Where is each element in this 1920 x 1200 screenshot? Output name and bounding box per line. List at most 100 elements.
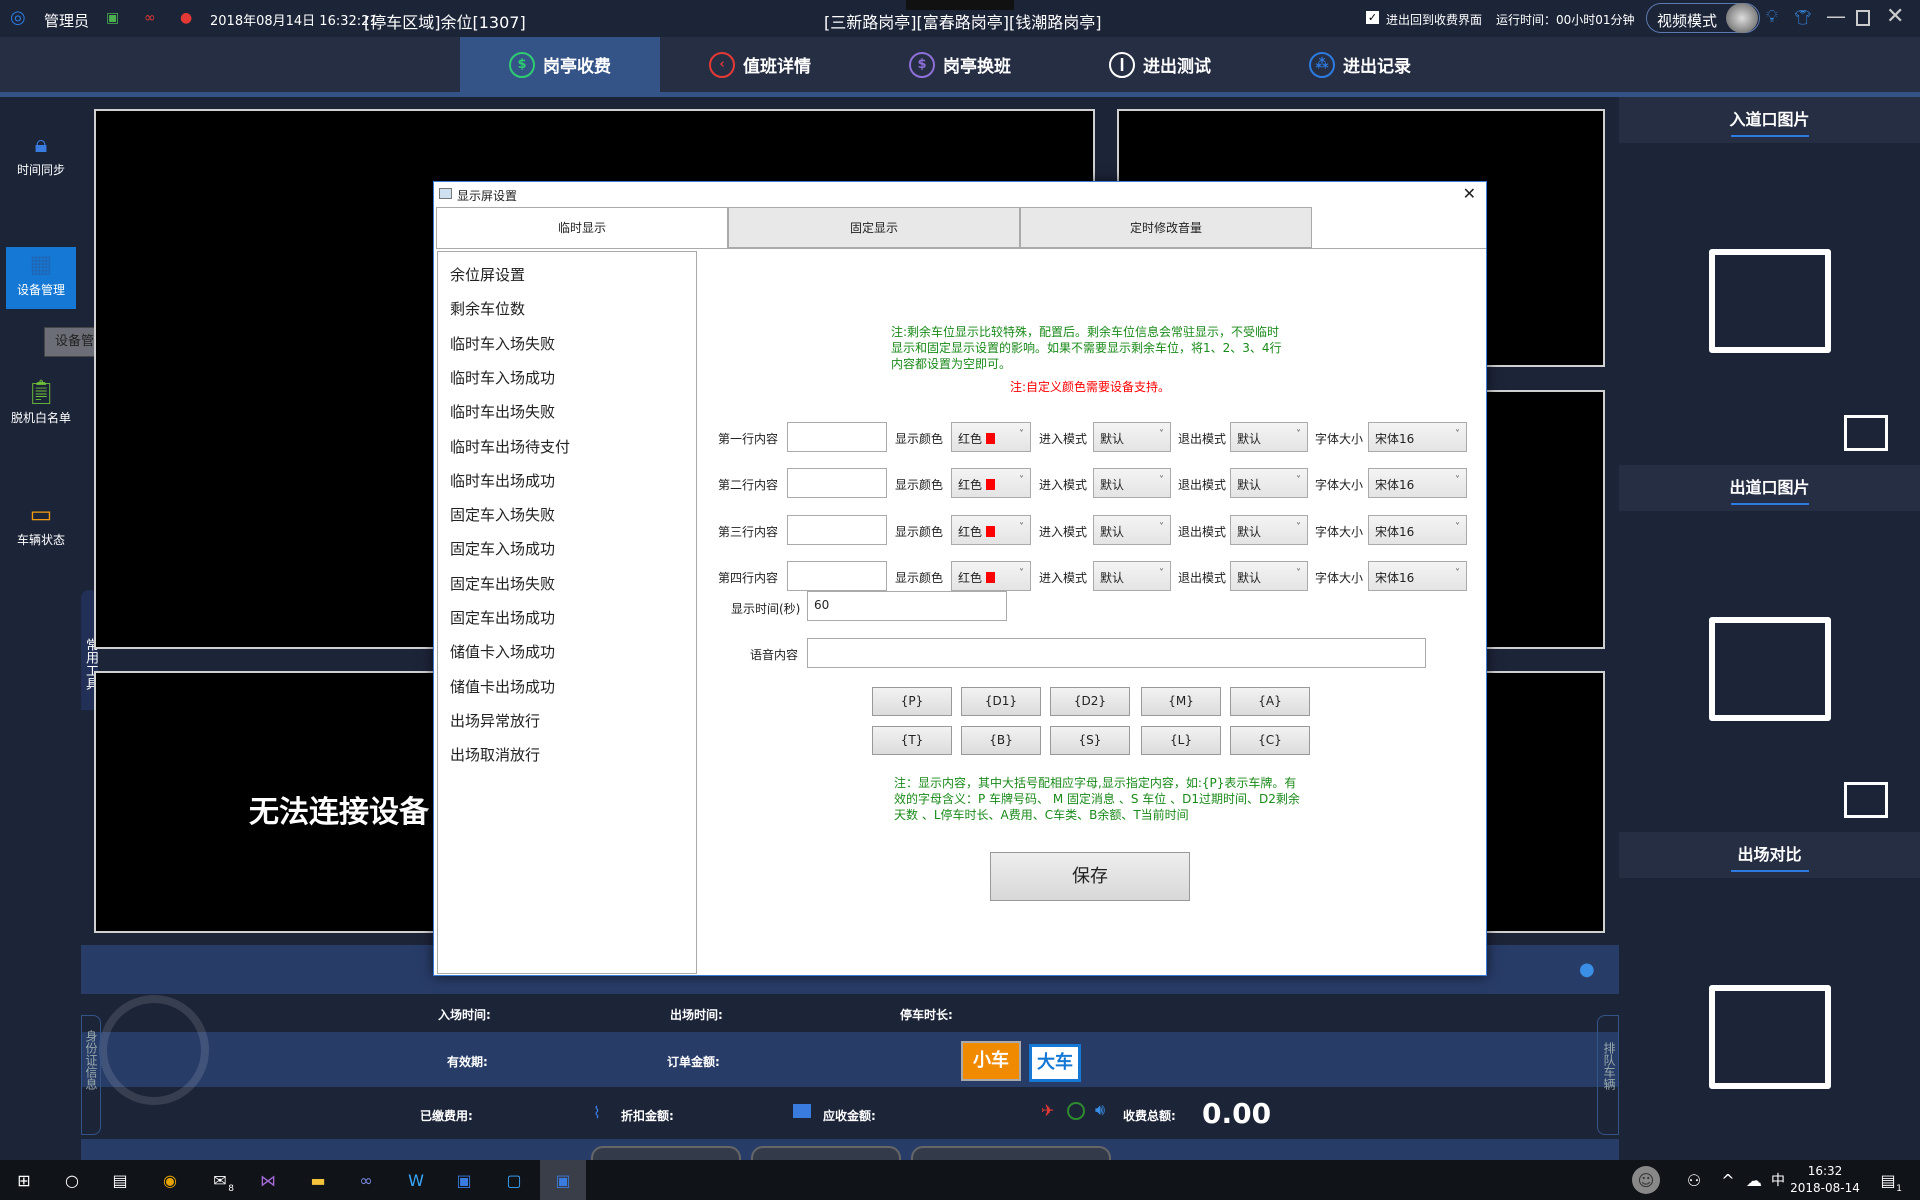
row-content-input[interactable] [787, 422, 887, 452]
exit-mode-select[interactable]: 默认 ˅ [1230, 515, 1308, 545]
maximize-icon[interactable] [1856, 10, 1870, 26]
clock[interactable]: 16:32 2018-08-14 [1790, 1163, 1860, 1197]
list-item[interactable]: 出场异常放行 [450, 710, 540, 731]
people-icon[interactable]: ⚇ [1680, 1166, 1708, 1194]
display-time-input[interactable]: 60 [807, 591, 1007, 621]
image-icon[interactable] [1844, 415, 1888, 451]
sidebar-item-vehicle-status[interactable]: ▭ 车辆状态 [6, 497, 76, 559]
tab-entry-exit-records[interactable]: ⁂ 进出记录 [1260, 37, 1460, 92]
color-select[interactable]: 红色 ˅ [951, 515, 1031, 545]
toggle-knob[interactable] [1726, 3, 1758, 33]
row-content-input[interactable] [787, 561, 887, 591]
rocket-icon[interactable]: ✈︎ [1041, 1101, 1054, 1120]
close-icon[interactable]: ✕ [1463, 184, 1476, 203]
drag-handle[interactable] [906, 0, 1014, 10]
exit-mode-select[interactable]: 默认 ˅ [1230, 468, 1308, 498]
visual-studio-icon[interactable]: ⋈ [254, 1166, 282, 1194]
list-item[interactable]: 临时车出场失败 [450, 401, 555, 422]
row-content-input[interactable] [787, 468, 887, 498]
token-button[interactable]: {P} [872, 687, 952, 716]
color-select[interactable]: 红色 ˅ [951, 422, 1031, 452]
save-button[interactable]: 保存 [990, 852, 1190, 901]
app-window-icon[interactable]: ▣ [450, 1166, 478, 1194]
tab-entry-exit-test[interactable]: ǀ 进出测试 [1060, 37, 1260, 92]
list-item[interactable]: 临时车入场成功 [450, 367, 555, 388]
list-item[interactable]: 固定车入场成功 [450, 538, 555, 559]
notification-icon[interactable]: ▤ 1 [1874, 1166, 1902, 1195]
token-button[interactable]: {T} [872, 726, 952, 755]
main-nav: $ 岗亭收费 ‹ 值班详情 $ 岗亭换班 ǀ 进出测试 ⁂ 进出记录 [0, 37, 1920, 92]
enter-mode-select[interactable]: 默认 ˅ [1093, 422, 1171, 452]
list-item[interactable]: 临时车出场成功 [450, 470, 555, 491]
tab-scheduled-volume[interactable]: 定时修改音量 [1020, 207, 1312, 248]
font-size-select[interactable]: 宋体16 ˅ [1368, 422, 1467, 452]
queue-tab[interactable]: 排队车辆 [1597, 1015, 1619, 1135]
return-checkbox[interactable]: ✓ [1366, 11, 1379, 24]
mail-icon[interactable]: ✉ 8 [206, 1166, 234, 1195]
token-button[interactable]: {C} [1230, 726, 1310, 755]
list-item[interactable]: 余位屏设置 [450, 264, 525, 285]
tab-shift-change[interactable]: $ 岗亭换班 [860, 37, 1060, 92]
tab-fixed-display[interactable]: 固定显示 [728, 207, 1020, 248]
close-icon[interactable]: ✕ [1886, 4, 1904, 29]
voice-content-input[interactable] [807, 638, 1426, 668]
infinity-app-icon[interactable]: ∞ [352, 1166, 380, 1194]
runtime: 运行时间：00小时01分钟 [1496, 13, 1635, 27]
windows-start-icon[interactable]: ⊞ [10, 1166, 38, 1194]
bulb-icon[interactable]: ● [1579, 959, 1595, 980]
font-size-select[interactable]: 宋体16 ˅ [1368, 515, 1467, 545]
tab-duty-details[interactable]: ‹ 值班详情 [660, 37, 860, 92]
font-size-select[interactable]: 宋体16 ˅ [1368, 561, 1467, 591]
small-car-button[interactable]: 小车 [961, 1041, 1021, 1081]
sidebar-item-offline-whitelist[interactable]: 📋︎ 脱机白名单 [6, 375, 76, 437]
color-select[interactable]: 红色 ˅ [951, 468, 1031, 498]
list-item[interactable]: 临时车入场失败 [450, 333, 555, 354]
tray-expand-icon[interactable]: ^ [1714, 1166, 1742, 1194]
tab-booth-charge[interactable]: $ 岗亭收费 [460, 37, 660, 92]
list-item[interactable]: 出场取消放行 [450, 744, 540, 765]
token-button[interactable]: {L} [1141, 726, 1221, 755]
enter-mode-select[interactable]: 默认 ˅ [1093, 468, 1171, 498]
task-view-icon[interactable]: ▤ [106, 1166, 134, 1194]
sidebar-item-device-management[interactable]: ▦ 设备管理 [6, 247, 76, 309]
ime-indicator[interactable]: 中 [1764, 1166, 1792, 1194]
list-item[interactable]: 剩余车位数 [450, 298, 525, 319]
search-icon[interactable]: ○ [58, 1166, 86, 1194]
24h-icon[interactable] [1067, 1102, 1085, 1120]
token-button[interactable]: {D2} [1050, 687, 1130, 716]
large-car-button[interactable]: 大车 [1029, 1044, 1081, 1082]
enter-mode-select[interactable]: 默认 ˅ [1093, 515, 1171, 545]
shirt-icon[interactable]: 👕︎ [1794, 10, 1812, 26]
order-amount-label: 订单金额: [667, 1055, 720, 1069]
user-avatar-icon[interactable]: ☺ [1632, 1166, 1660, 1194]
exit-mode-select[interactable]: 默认 ˅ [1230, 561, 1308, 591]
token-button[interactable]: {A} [1230, 687, 1310, 716]
list-item[interactable]: 储值卡入场成功 [450, 641, 555, 662]
pycharm-icon[interactable]: ▢ [500, 1166, 528, 1194]
list-item[interactable]: 固定车入场失败 [450, 504, 555, 525]
list-item[interactable]: 固定车出场成功 [450, 607, 555, 628]
token-button[interactable]: {B} [961, 726, 1041, 755]
minimize-icon[interactable]: — [1826, 4, 1846, 28]
app-window-active-icon[interactable]: ▣ [540, 1160, 586, 1200]
token-button[interactable]: {S} [1050, 726, 1130, 755]
w-app-icon[interactable]: W [402, 1166, 430, 1194]
tab-temporary-display[interactable]: 临时显示 [436, 207, 728, 249]
list-item[interactable]: 临时车出场待支付 [450, 436, 570, 457]
enter-mode-select[interactable]: 默认 ˅ [1093, 561, 1171, 591]
color-select[interactable]: 红色 ˅ [951, 561, 1031, 591]
sidebar-item-time-sync[interactable]: 🔒︎ 时间同步 [6, 127, 76, 189]
font-size-select[interactable]: 宋体16 ˅ [1368, 468, 1467, 498]
bulb-icon[interactable]: 💡︎ [1766, 7, 1778, 27]
exit-mode-select[interactable]: 默认 ˅ [1230, 422, 1308, 452]
speaker-icon[interactable]: 🔊︎ [1095, 1100, 1105, 1120]
id-info-tab[interactable]: 身份证信息 [81, 1015, 101, 1135]
token-button[interactable]: {M} [1141, 687, 1221, 716]
token-button[interactable]: {D1} [961, 687, 1041, 716]
list-item[interactable]: 储值卡出场成功 [450, 676, 555, 697]
chrome-icon[interactable]: ◉ [156, 1166, 184, 1194]
row-content-input[interactable] [787, 515, 887, 545]
file-explorer-icon[interactable]: ▬ [304, 1166, 332, 1194]
image-icon[interactable] [1844, 782, 1888, 818]
list-item[interactable]: 固定车出场失败 [450, 573, 555, 594]
